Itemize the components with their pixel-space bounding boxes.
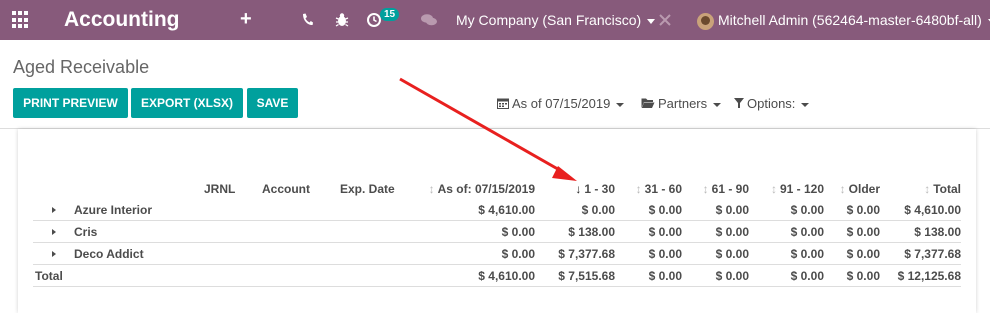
amount-cell: $ 0.00 [846, 203, 880, 217]
app-title[interactable]: Accounting [64, 6, 180, 34]
partner-name[interactable]: Cris [74, 221, 97, 243]
amount-cell: $ 0.00 [715, 247, 749, 261]
date-filter[interactable]: As of 07/15/2019 [497, 96, 625, 112]
company-switcher[interactable]: My Company (San Francisco) [456, 11, 656, 29]
sort-icon: ↕ [924, 182, 931, 196]
col-61-90[interactable]: ↕ 61 - 90 [703, 181, 749, 197]
col-1-30-label: 1 - 30 [584, 182, 615, 196]
amount-cell: $ 0.00 [648, 247, 682, 261]
partner-name[interactable]: Azure Interior [74, 199, 152, 221]
save-button[interactable]: SAVE [247, 88, 298, 118]
chat-icon[interactable] [420, 10, 438, 30]
calendar-icon [497, 98, 509, 109]
top-navbar: Accounting + 15 My Company (San Francisc… [0, 0, 990, 40]
expand-caret-icon[interactable] [52, 207, 56, 213]
amount-cell: $ 7,377.68 [904, 247, 961, 261]
col-91-120-label: 91 - 120 [779, 182, 824, 196]
col-older-label: Older [848, 182, 880, 196]
apps-menu-icon[interactable] [12, 11, 30, 29]
amount-cell: $ 0.00 [846, 225, 880, 239]
table-row[interactable]: Cris $ 0.00 $ 138.00 $ 0.00 $ 0.00 $ 0.00 $ 0.… [33, 221, 961, 243]
amount-cell: $ 138.00 [568, 225, 615, 239]
amount-cell: $ 0.00 [501, 225, 535, 239]
activity-badge: 15 [380, 8, 400, 21]
amount-cell: $ 0.00 [715, 269, 749, 283]
amount-cell: $ 0.00 [790, 269, 824, 283]
expand-caret-icon[interactable] [52, 251, 56, 257]
tools-icon[interactable] [658, 10, 672, 30]
col-31-60-label: 31 - 60 [644, 182, 682, 196]
col-exp-date[interactable]: Exp. Date [340, 181, 395, 197]
partners-caret-icon [713, 102, 722, 107]
bug-icon[interactable] [335, 10, 349, 30]
col-jrnl[interactable]: JRNL [204, 181, 235, 197]
options-caret-icon [801, 102, 810, 107]
col-account[interactable]: Account [262, 181, 310, 197]
col-61-90-label: 61 - 90 [711, 182, 749, 196]
amount-cell: $ 0.00 [715, 225, 749, 239]
sort-icon: ↕ [839, 182, 846, 196]
amount-cell: $ 0.00 [581, 203, 615, 217]
col-1-30[interactable]: ↓ 1 - 30 [575, 181, 615, 197]
control-panel: Aged Receivable PRINT PREVIEW EXPORT (XL… [0, 40, 990, 129]
col-total[interactable]: ↕ Total [924, 181, 961, 197]
col-as-of-label: As of: 07/15/2019 [437, 182, 535, 196]
amount-cell: $ 0.00 [790, 247, 824, 261]
col-as-of[interactable]: ↕ As of: 07/15/2019 [429, 181, 535, 197]
partner-name[interactable]: Deco Addict [74, 243, 144, 265]
partners-filter[interactable]: Partners [641, 96, 722, 112]
page-title: Aged Receivable [13, 57, 150, 77]
folder-open-icon [641, 98, 655, 108]
col-older[interactable]: ↕ Older [840, 181, 880, 197]
amount-cell: $ 0.00 [648, 225, 682, 239]
table-row[interactable]: Deco Addict $ 0.00 $ 7,377.68 $ 0.00 $ 0.00 $… [33, 243, 961, 265]
amount-cell: $ 0.00 [501, 247, 535, 261]
export-xlsx-button[interactable]: EXPORT (XLSX) [131, 88, 243, 118]
print-preview-button[interactable]: PRINT PREVIEW [13, 88, 128, 118]
amount-cell: $ 4,610.00 [478, 269, 535, 283]
col-total-label: Total [933, 182, 961, 196]
amount-cell: $ 0.00 [715, 203, 749, 217]
total-row: Total $ 4,610.00 $ 7,515.68 $ 0.00 $ 0.00 $ 0… [33, 265, 961, 287]
amount-cell: $ 4,610.00 [478, 203, 535, 217]
company-caret-icon [647, 18, 656, 24]
options-filter[interactable]: Options: [734, 96, 810, 112]
total-label: Total [35, 269, 63, 283]
date-filter-label: As of 07/15/2019 [512, 96, 611, 111]
user-menu[interactable]: Mitchell Admin (562464-master-6480bf-all… [697, 9, 990, 31]
amount-cell: $ 12,125.68 [897, 269, 961, 283]
avatar [697, 12, 714, 30]
phone-icon[interactable] [300, 10, 314, 30]
sort-icon: ↕ [635, 182, 642, 196]
amount-cell: $ 0.00 [846, 269, 880, 283]
partners-filter-label: Partners [658, 96, 708, 111]
date-caret-icon [616, 102, 625, 107]
amount-cell: $ 0.00 [648, 203, 682, 217]
sort-desc-icon: ↓ [575, 182, 582, 196]
amount-cell: $ 0.00 [846, 247, 880, 261]
amount-cell: $ 0.00 [790, 203, 824, 217]
user-name: Mitchell Admin (562464-master-6480bf-all… [718, 12, 982, 28]
amount-cell: $ 0.00 [790, 225, 824, 239]
company-name: My Company (San Francisco) [456, 12, 642, 28]
amount-cell: $ 4,610.00 [904, 203, 961, 217]
table-row[interactable]: Azure Interior $ 4,610.00 $ 0.00 $ 0.00 $ 0.… [33, 199, 961, 221]
amount-cell: $ 0.00 [648, 269, 682, 283]
amount-cell: $ 7,377.68 [558, 247, 615, 261]
col-31-60[interactable]: ↕ 31 - 60 [636, 181, 682, 197]
expand-caret-icon[interactable] [52, 229, 56, 235]
report-header: JRNL Account Exp. Date ↕ As of: 07/15/201… [0, 181, 990, 197]
amount-cell: $ 7,515.68 [558, 269, 615, 283]
filter-icon [734, 98, 744, 108]
sort-icon: ↕ [428, 182, 435, 196]
options-filter-label: Options: [747, 96, 796, 111]
col-91-120[interactable]: ↕ 91 - 120 [771, 181, 824, 197]
sort-icon: ↕ [770, 182, 777, 196]
sort-icon: ↕ [702, 182, 709, 196]
quick-create-icon[interactable]: + [240, 7, 252, 31]
amount-cell: $ 138.00 [914, 225, 961, 239]
